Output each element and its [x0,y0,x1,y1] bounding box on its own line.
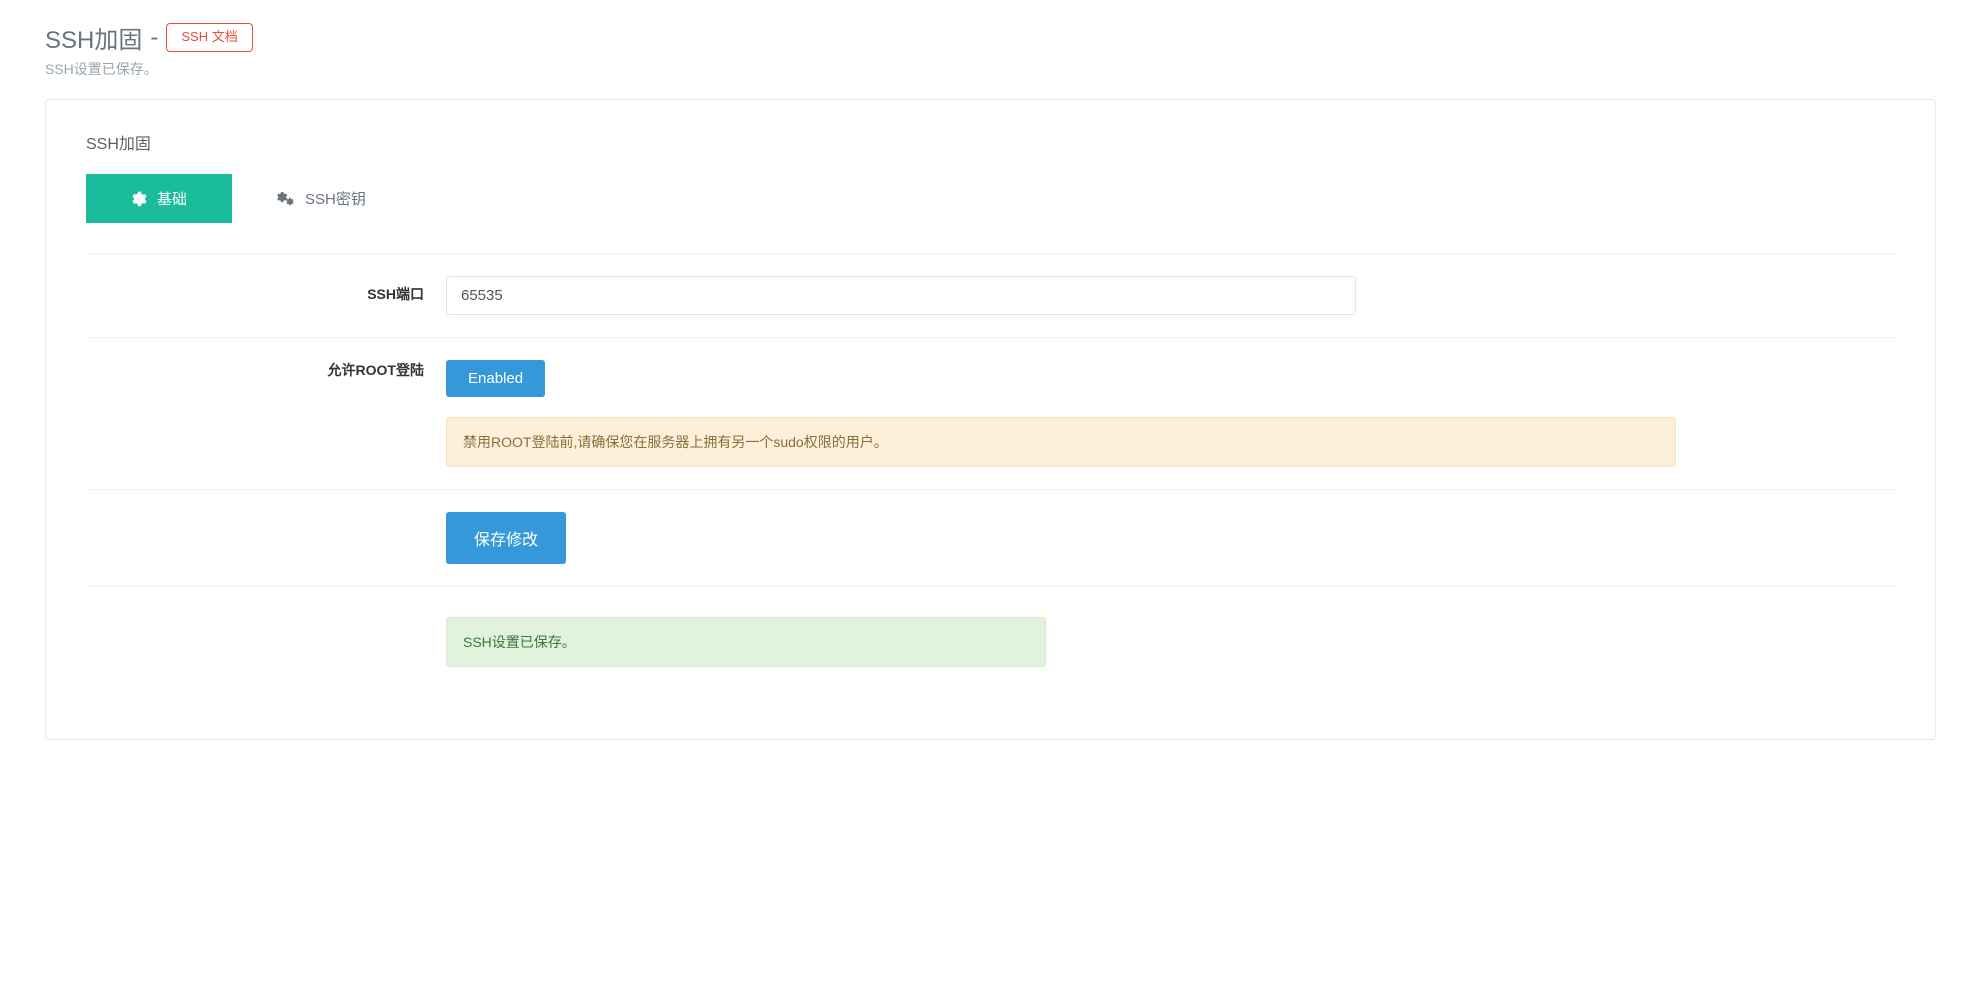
gear-icon [131,191,147,207]
ssh-doc-button[interactable]: SSH 文档 [166,23,252,51]
enabled-toggle-button[interactable]: Enabled [446,360,545,397]
page-header: SSH加固 - SSH 文档 SSH设置已保存。 [45,20,1936,79]
ssh-port-input[interactable] [446,276,1356,315]
ssh-port-label: SSH端口 [86,276,446,304]
tab-basic[interactable]: 基础 [86,174,232,223]
tabs: 基础 SSH密钥 [86,174,1895,223]
success-row: SSH设置已保存。 [86,587,1895,689]
save-row: 保存修改 [86,490,1895,587]
main-panel: SSH加固 基础 SSH密钥 [45,99,1936,740]
success-alert: SSH设置已保存。 [446,617,1046,667]
root-warning-alert: 禁用ROOT登陆前,请确保您在服务器上拥有另一个sudo权限的用户。 [446,417,1676,467]
save-button[interactable]: 保存修改 [446,512,566,564]
page-title: SSH加固 - SSH 文档 [45,20,1936,55]
gears-icon [277,191,295,207]
ssh-port-row: SSH端口 [86,254,1895,338]
panel-title: SSH加固 [86,130,1895,154]
tab-ssh-keys[interactable]: SSH密钥 [232,174,411,223]
root-login-label: 允许ROOT登陆 [86,360,446,380]
title-text: SSH加固 [45,20,142,55]
page-subtitle: SSH设置已保存。 [45,59,1936,79]
root-login-row: 允许ROOT登陆 Enabled 禁用ROOT登陆前,请确保您在服务器上拥有另一… [86,338,1895,490]
tab-basic-label: 基础 [157,188,187,209]
title-separator: - [150,24,158,52]
tab-ssh-keys-label: SSH密钥 [305,188,366,209]
